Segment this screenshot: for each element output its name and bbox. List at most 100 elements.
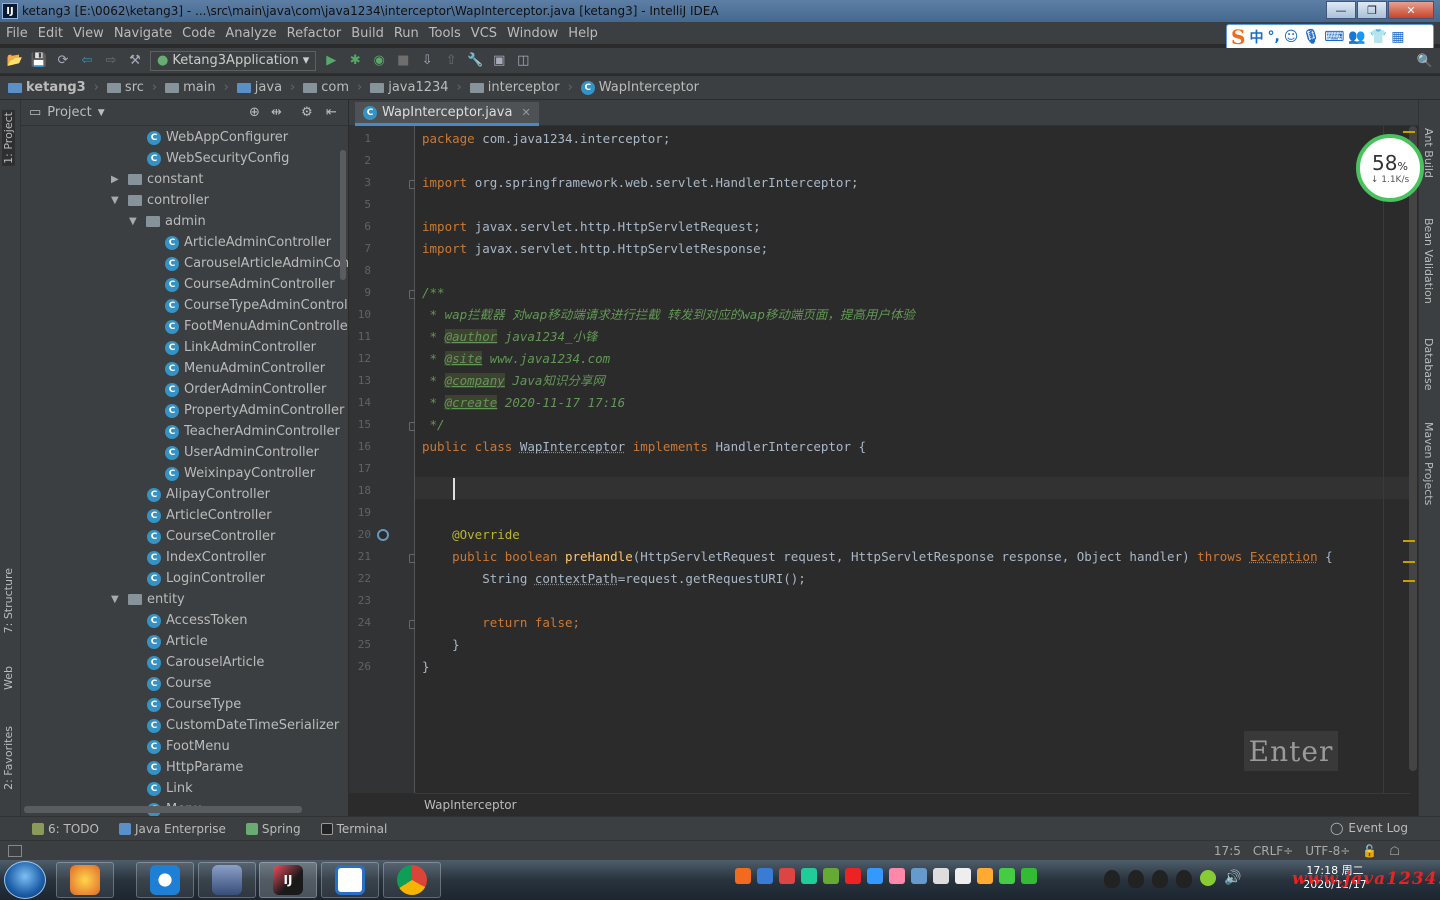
menu-build[interactable]: Build: [351, 26, 384, 41]
tree-class[interactable]: C CarouselArticleAdminContro: [165, 253, 348, 274]
line-separator[interactable]: CRLF÷: [1253, 844, 1293, 858]
close-button[interactable]: ✕: [1388, 1, 1434, 19]
tree-folder[interactable]: ▼ admin: [129, 211, 206, 232]
crumb-src[interactable]: src ›: [106, 80, 157, 95]
hide-panel-icon[interactable]: ⇤: [326, 105, 337, 120]
tool-tab-bean-validation[interactable]: Bean Validation: [1422, 218, 1435, 304]
sogou-tray-icon[interactable]: [735, 868, 751, 884]
crumb-project[interactable]: ketang3 ›: [8, 80, 99, 95]
tool-tab-ant-build[interactable]: Ant Build: [1422, 128, 1435, 178]
settings-icon[interactable]: 🔧: [466, 52, 484, 70]
tree-class[interactable]: C LoginController: [147, 568, 265, 589]
tree-class[interactable]: C AlipayController: [147, 484, 270, 505]
line-number[interactable]: 5: [349, 198, 371, 211]
line-number[interactable]: 13: [349, 374, 371, 387]
tree-class[interactable]: C MenuAdminController: [165, 358, 325, 379]
line-number[interactable]: 2: [349, 154, 371, 167]
expand-arrow-icon[interactable]: ▼: [111, 594, 123, 605]
line-number[interactable]: 14: [349, 396, 371, 409]
tree-class[interactable]: C ArticleAdminController: [165, 232, 331, 253]
tree-class[interactable]: C ArticleController: [147, 505, 272, 526]
menu-code[interactable]: Code: [182, 26, 215, 41]
taskbar-app-intellij[interactable]: IJ: [259, 862, 317, 898]
tray-icon[interactable]: [933, 868, 949, 884]
tree-class[interactable]: C IndexController: [147, 547, 266, 568]
line-number[interactable]: 3: [349, 176, 371, 189]
line-number[interactable]: 17: [349, 462, 371, 475]
tree-class[interactable]: C CarouselArticle: [147, 652, 264, 673]
taskbar-app-qq[interactable]: [136, 862, 194, 898]
project-panel-title[interactable]: Project: [47, 105, 91, 120]
locate-icon[interactable]: ⊕: [249, 105, 260, 120]
tray-icon[interactable]: [867, 868, 883, 884]
stop-icon[interactable]: ■: [394, 52, 412, 70]
attach-debugger-icon[interactable]: ⇩: [418, 52, 436, 70]
error-stripe-mark[interactable]: [1403, 561, 1415, 563]
tree-class[interactable]: C FootMenuAdminController: [165, 316, 348, 337]
line-number[interactable]: 12: [349, 352, 371, 365]
toggle-tool-windows-icon[interactable]: [8, 844, 22, 857]
tree-folder[interactable]: ▼ entity: [111, 589, 185, 610]
tree-class[interactable]: C LinkAdminController: [165, 337, 316, 358]
ime-mode[interactable]: 中: [1249, 27, 1263, 47]
tray-icon[interactable]: [977, 868, 993, 884]
tree-class[interactable]: C Article: [147, 631, 208, 652]
tree-class[interactable]: C WebAppConfigurer: [147, 127, 288, 148]
tray-icon[interactable]: [911, 868, 927, 884]
line-number[interactable]: 19: [349, 506, 371, 519]
line-number[interactable]: 26: [349, 660, 371, 673]
qq-icon[interactable]: [1104, 870, 1120, 888]
grid-icon[interactable]: ▦: [1391, 29, 1404, 45]
expand-arrow-icon[interactable]: ▼: [111, 195, 123, 206]
tree-class[interactable]: C CustomDateTimeSerializer: [147, 715, 339, 736]
forward-icon[interactable]: ⇨: [102, 52, 120, 70]
menu-navigate[interactable]: Navigate: [114, 26, 172, 41]
error-stripe-mark[interactable]: [1403, 131, 1415, 133]
event-log-button[interactable]: ◯ Event Log: [1330, 821, 1408, 835]
coverage-icon[interactable]: ◉: [370, 52, 388, 70]
sdk-icon[interactable]: ◫: [514, 52, 532, 70]
line-number[interactable]: 6: [349, 220, 371, 233]
menu-tools[interactable]: Tools: [429, 26, 461, 41]
tree-class[interactable]: C OrderAdminController: [165, 379, 326, 400]
tool-todo[interactable]: 6: TODO: [32, 822, 99, 836]
crumb-wapinterceptor[interactable]: C WapInterceptor: [580, 80, 699, 95]
network-speed-gauge[interactable]: 58% ↓ 1.1K/s: [1356, 134, 1424, 202]
tool-terminal[interactable]: Terminal: [320, 822, 387, 836]
tool-tab-database[interactable]: Database: [1422, 338, 1435, 391]
editor-scrollbar[interactable]: [1409, 126, 1418, 793]
line-number[interactable]: 8: [349, 264, 371, 277]
editor-breadcrumb-class[interactable]: WapInterceptor: [424, 798, 517, 812]
line-number[interactable]: 23: [349, 594, 371, 607]
tree-folder[interactable]: ▼ controller: [111, 190, 209, 211]
user-icon[interactable]: 👥: [1348, 29, 1365, 45]
qq-icon[interactable]: [1176, 870, 1192, 888]
close-tab-icon[interactable]: ✕: [521, 106, 530, 119]
crumb-java1234[interactable]: java1234 ›: [370, 80, 462, 95]
tree-horizontal-scrollbar[interactable]: [24, 806, 302, 813]
tree-class[interactable]: C PropertyAdminController: [165, 400, 344, 421]
tree-class[interactable]: C Course: [147, 673, 211, 694]
menu-run[interactable]: Run: [394, 26, 419, 41]
update-icon[interactable]: ⇧: [442, 52, 460, 70]
expand-arrow-icon[interactable]: ▼: [129, 216, 141, 227]
tool-tab-maven[interactable]: Maven Projects: [1422, 422, 1435, 505]
tree-class[interactable]: C Link: [147, 778, 193, 799]
error-stripe-mark[interactable]: [1403, 540, 1415, 542]
tree-class[interactable]: C WeixinpayController: [165, 463, 315, 484]
line-number[interactable]: 9: [349, 286, 371, 299]
taskbar-app-launcher[interactable]: [56, 862, 114, 898]
qq-icon[interactable]: [1152, 870, 1168, 888]
line-number[interactable]: 11: [349, 330, 371, 343]
tool-tab-web[interactable]: Web: [2, 666, 15, 690]
tray-icon[interactable]: [1200, 870, 1216, 886]
punctuation-icon[interactable]: °,: [1267, 29, 1279, 45]
tree-class[interactable]: C CourseAdminController: [165, 274, 335, 295]
tree-scrollbar[interactable]: [340, 150, 346, 280]
debug-icon[interactable]: ✱: [346, 52, 364, 70]
line-number[interactable]: 1: [349, 132, 371, 145]
maximize-button[interactable]: ❐: [1357, 1, 1387, 19]
tree-folder[interactable]: ▶ constant: [111, 169, 204, 190]
menu-refactor[interactable]: Refactor: [287, 26, 342, 41]
line-number[interactable]: 22: [349, 572, 371, 585]
